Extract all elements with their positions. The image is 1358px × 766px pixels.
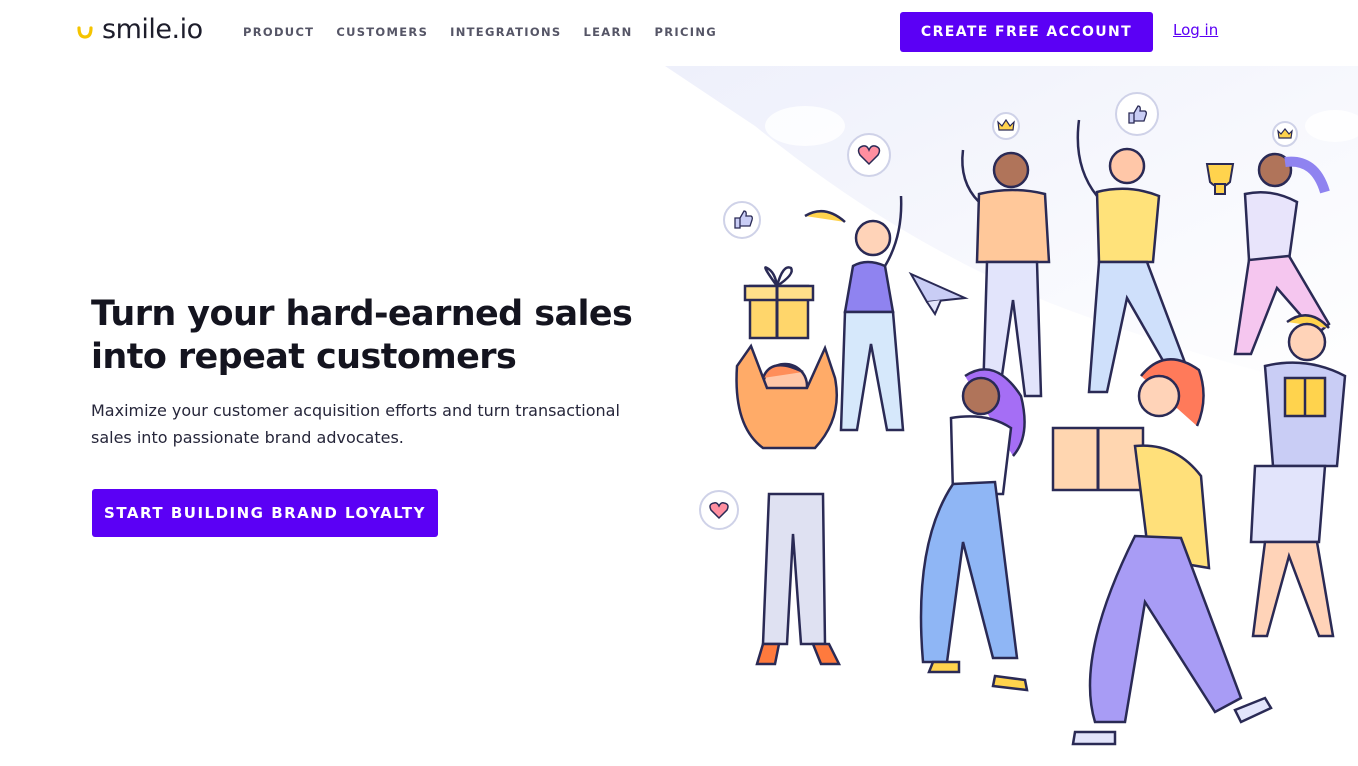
- nav-item-customers[interactable]: CUSTOMERS: [336, 25, 428, 39]
- logo-text: smile.io: [102, 14, 203, 45]
- nav-item-pricing[interactable]: PRICING: [655, 25, 717, 39]
- login-link[interactable]: Log in: [1173, 21, 1218, 39]
- celebrating-people-illustration: [665, 66, 1358, 746]
- hero-title: Turn your hard-earned sales into repeat …: [91, 293, 651, 379]
- thumbs-up-icon: [1115, 92, 1159, 136]
- nav-item-product[interactable]: PRODUCT: [243, 25, 314, 39]
- paper-plane-icon: [908, 271, 969, 317]
- nav-item-integrations[interactable]: INTEGRATIONS: [450, 25, 561, 39]
- person-purple-hair: [919, 368, 1029, 692]
- site-header: smile.io PRODUCT CUSTOMERS INTEGRATIONS …: [0, 0, 1358, 64]
- logo[interactable]: smile.io: [76, 14, 203, 45]
- crown-icon: [1272, 121, 1298, 147]
- smile-logo-icon: [77, 25, 93, 39]
- hero-title-line-2: into repeat customers: [91, 337, 517, 377]
- person-red-hair-with-gift: [1051, 358, 1273, 746]
- heart-icon: [847, 133, 891, 177]
- crown-icon: [992, 112, 1020, 140]
- heart-icon: [699, 490, 739, 530]
- person-with-gift: [735, 266, 842, 666]
- hero-title-line-1: Turn your hard-earned sales: [91, 294, 633, 334]
- hero-subtitle-line-2: sales into passionate brand advocates.: [91, 428, 404, 447]
- main-nav: PRODUCT CUSTOMERS INTEGRATIONS LEARN PRI…: [243, 25, 739, 39]
- create-free-account-button[interactable]: CREATE FREE ACCOUNT: [900, 12, 1153, 52]
- nav-item-learn[interactable]: LEARN: [583, 25, 632, 39]
- hero-subtitle-line-1: Maximize your customer acquisition effor…: [91, 401, 620, 420]
- thumbs-up-icon: [723, 201, 761, 239]
- hero-subtitle: Maximize your customer acquisition effor…: [91, 397, 621, 451]
- start-building-brand-loyalty-button[interactable]: START BUILDING BRAND LOYALTY: [92, 489, 438, 537]
